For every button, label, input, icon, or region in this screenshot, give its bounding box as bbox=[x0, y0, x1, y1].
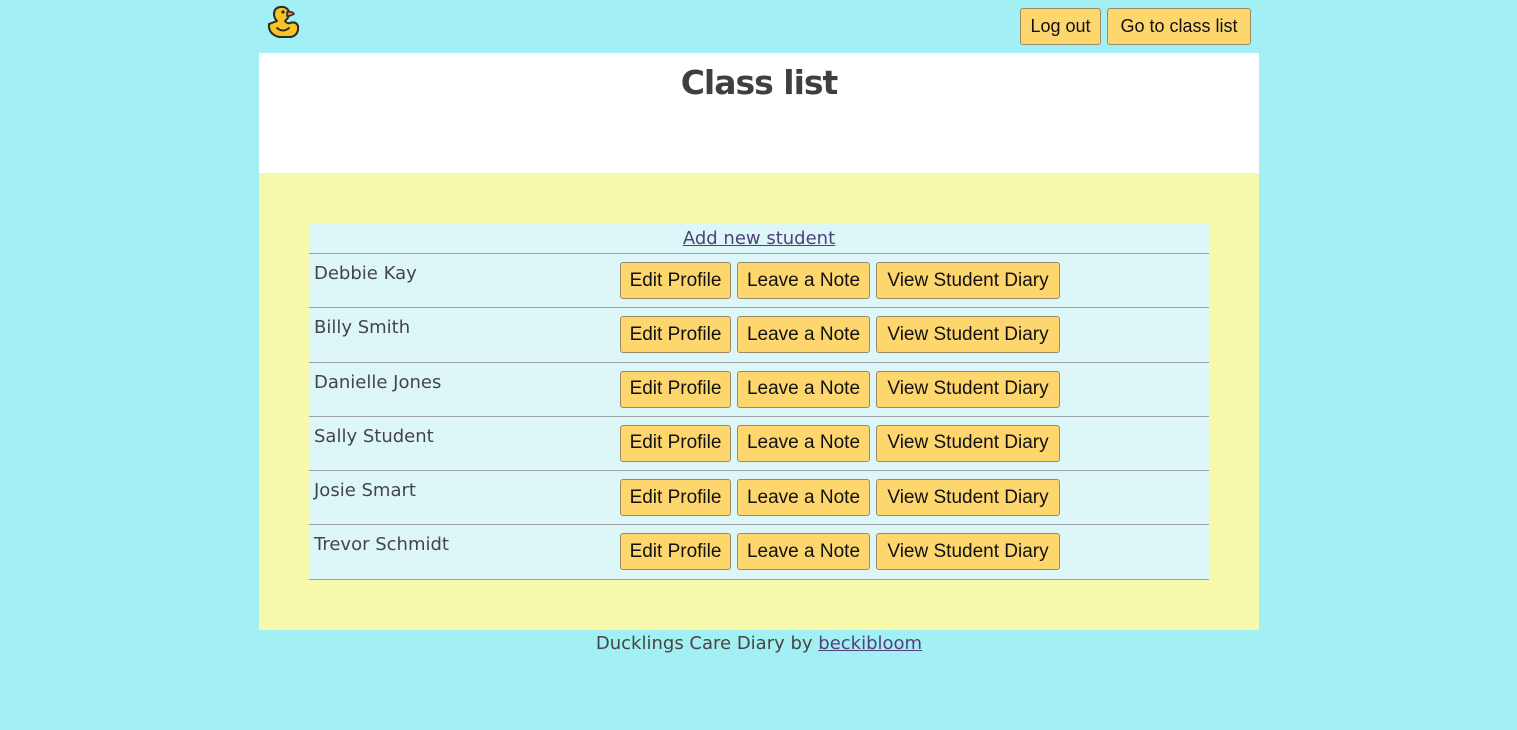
view-student-diary-button[interactable]: View Student Diary bbox=[876, 479, 1060, 517]
edit-profile-button[interactable]: Edit Profile bbox=[620, 262, 731, 299]
view-student-diary-button[interactable]: View Student Diary bbox=[876, 424, 1060, 462]
student-name: Billy Smith bbox=[314, 317, 411, 339]
student-actions: Edit Profile Leave a Note View Student Dia… bbox=[620, 533, 1060, 571]
edit-profile-button[interactable]: Edit Profile bbox=[620, 533, 731, 571]
leave-a-note-button[interactable]: Leave a Note bbox=[737, 533, 870, 571]
student-actions: Edit Profile Leave a Note View Student Dia… bbox=[620, 479, 1060, 517]
view-student-diary-button[interactable]: View Student Diary bbox=[876, 316, 1060, 354]
edit-profile-button[interactable]: Edit Profile bbox=[620, 316, 731, 354]
go-to-class-list-button[interactable]: Go to class list bbox=[1107, 8, 1251, 45]
footer-text: Ducklings Care Diary by bbox=[595, 633, 819, 654]
student-name: Trevor Schmidt bbox=[314, 534, 449, 556]
student-row: Sally Student Edit Profile Leave a Note Vie… bbox=[309, 417, 1209, 472]
rubber-duck-icon bbox=[263, 4, 301, 42]
student-row: Billy Smith Edit Profile Leave a Note View … bbox=[309, 308, 1209, 363]
logout-button[interactable]: Log out bbox=[1020, 8, 1101, 45]
page-title: Class list bbox=[680, 63, 839, 102]
footer: Ducklings Care Diary by beckibloom bbox=[259, 633, 1259, 654]
student-actions: Edit Profile Leave a Note View Student Dia… bbox=[620, 316, 1060, 354]
student-name: Josie Smart bbox=[314, 480, 416, 502]
title-panel: Class list bbox=[259, 53, 1259, 173]
student-actions: Edit Profile Leave a Note View Student Dia… bbox=[620, 262, 1060, 299]
student-name: Danielle Jones bbox=[314, 371, 442, 393]
top-bar: Log out Go to class list bbox=[259, 0, 1259, 53]
leave-a-note-button[interactable]: Leave a Note bbox=[737, 316, 870, 354]
edit-profile-button[interactable]: Edit Profile bbox=[620, 479, 731, 517]
add-new-student-link[interactable]: Add new student bbox=[683, 228, 835, 249]
student-name: Debbie Kay bbox=[314, 263, 417, 284]
student-row: Josie Smart Edit Profile Leave a Note View … bbox=[309, 471, 1209, 526]
view-student-diary-button[interactable]: View Student Diary bbox=[876, 370, 1060, 408]
student-actions: Edit Profile Leave a Note View Student Dia… bbox=[620, 424, 1060, 462]
class-list-table: Add new student Debbie Kay Edit Profile Le… bbox=[309, 224, 1209, 580]
view-student-diary-button[interactable]: View Student Diary bbox=[876, 533, 1060, 571]
student-actions: Edit Profile Leave a Note View Student Dia… bbox=[620, 370, 1060, 408]
student-row: Debbie Kay Edit Profile Leave a Note View S… bbox=[309, 254, 1209, 309]
leave-a-note-button[interactable]: Leave a Note bbox=[737, 262, 870, 299]
view-student-diary-button[interactable]: View Student Diary bbox=[876, 262, 1060, 299]
student-name: Sally Student bbox=[314, 425, 434, 447]
leave-a-note-button[interactable]: Leave a Note bbox=[737, 370, 870, 408]
class-list-panel: Add new student Debbie Kay Edit Profile Le… bbox=[259, 173, 1259, 630]
student-row: Trevor Schmidt Edit Profile Leave a Note Vi… bbox=[309, 525, 1209, 580]
add-student-row: Add new student bbox=[309, 224, 1209, 254]
leave-a-note-button[interactable]: Leave a Note bbox=[737, 424, 870, 462]
footer-author-link[interactable]: beckibloom bbox=[818, 633, 922, 654]
leave-a-note-button[interactable]: Leave a Note bbox=[737, 479, 870, 517]
edit-profile-button[interactable]: Edit Profile bbox=[620, 424, 731, 462]
student-row: Danielle Jones Edit Profile Leave a Note Vi… bbox=[309, 363, 1209, 417]
edit-profile-button[interactable]: Edit Profile bbox=[620, 370, 731, 408]
